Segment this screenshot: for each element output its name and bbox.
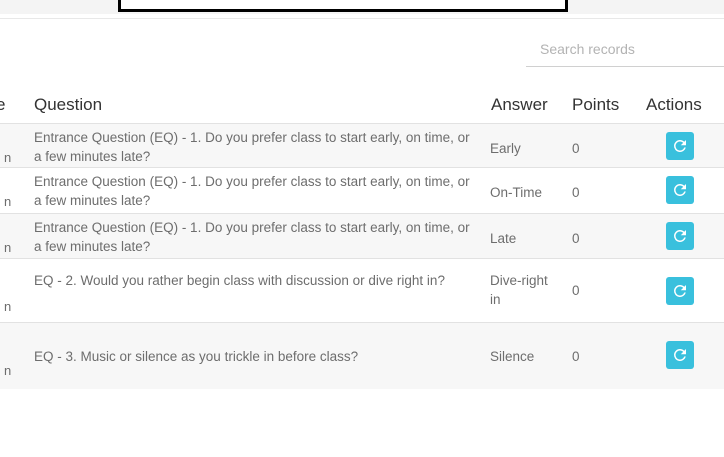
table-header: e Question Answer Points Actions [0, 89, 724, 123]
reset-button[interactable] [666, 176, 694, 204]
points-cell: 0 [572, 185, 580, 200]
records-panel: e Question Answer Points Actions n Entra… [0, 18, 724, 457]
question-cell: Entrance Question (EQ) - 1. Do you prefe… [34, 130, 470, 164]
table-row: n Entrance Question (EQ) - 1. Do you pre… [0, 213, 724, 258]
row-cut-cell: n [4, 299, 12, 314]
column-points[interactable]: Points [572, 95, 619, 115]
points-cell: 0 [572, 141, 580, 156]
answer-cell: Silence [490, 349, 535, 364]
points-cell: 0 [572, 283, 580, 298]
reset-button[interactable] [666, 222, 694, 250]
answer-cell: Late [490, 231, 517, 246]
row-cut-cell: n [4, 150, 12, 165]
row-cut-cell: n [4, 363, 12, 378]
question-cell: Entrance Question (EQ) - 1. Do you prefe… [34, 174, 470, 208]
refresh-icon [674, 184, 686, 196]
row-cut-cell: n [4, 194, 12, 209]
header-cut-label: e [0, 95, 6, 114]
question-cell: EQ - 2. Would you rather begin class wit… [34, 273, 445, 288]
reset-button[interactable] [666, 277, 694, 305]
refresh-icon [674, 349, 686, 361]
refresh-icon [674, 230, 686, 242]
refresh-icon [674, 285, 686, 297]
reset-button[interactable] [666, 341, 694, 369]
table-row: n Entrance Question (EQ) - 1. Do you pre… [0, 123, 724, 167]
table-row: n EQ - 3. Music or silence as you trickl… [0, 322, 724, 389]
refresh-icon [674, 140, 686, 152]
reset-button[interactable] [666, 132, 694, 160]
table-row: n EQ - 2. Would you rather begin class w… [0, 258, 724, 322]
overlay-box [118, 0, 568, 12]
table-row: n Entrance Question (EQ) - 1. Do you pre… [0, 167, 724, 213]
column-actions: Actions [646, 95, 702, 114]
row-cut-cell: n [4, 240, 12, 255]
column-answer[interactable]: Answer [491, 95, 548, 115]
table-body: n Entrance Question (EQ) - 1. Do you pre… [0, 123, 724, 389]
answer-cell: On-Time [490, 185, 543, 200]
answer-cell: Dive-right in [490, 273, 548, 307]
question-cell: Entrance Question (EQ) - 1. Do you prefe… [34, 220, 470, 254]
search-input[interactable] [526, 31, 724, 67]
answer-cell: Early [490, 141, 521, 156]
points-cell: 0 [572, 349, 580, 364]
points-cell: 0 [572, 231, 580, 246]
column-question[interactable]: Question [34, 95, 102, 115]
question-cell: EQ - 3. Music or silence as you trickle … [34, 349, 359, 364]
